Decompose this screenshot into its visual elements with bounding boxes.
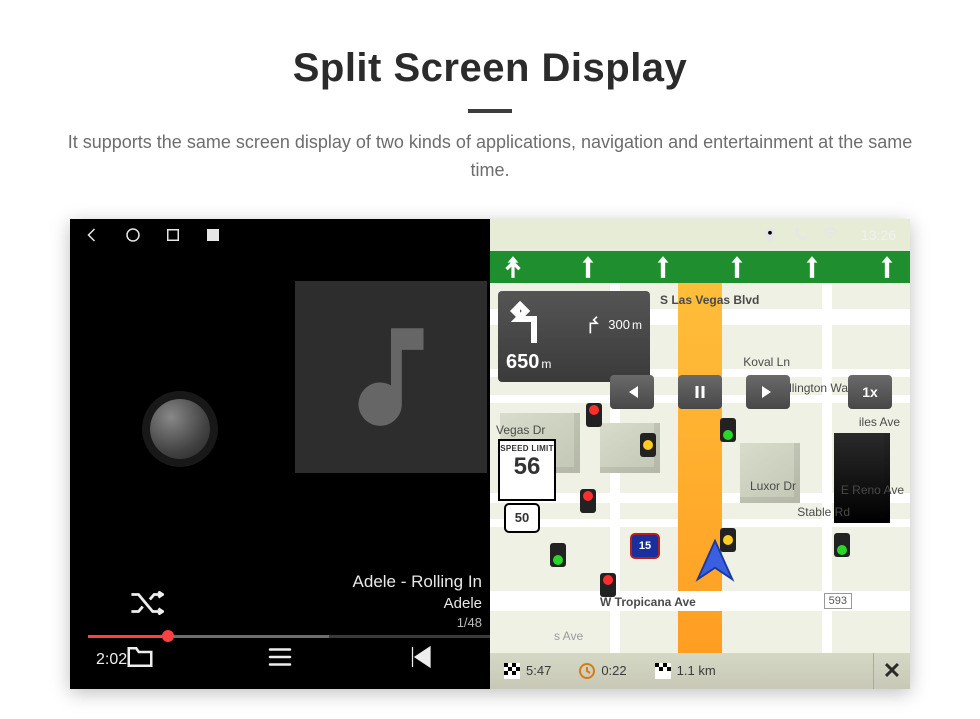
route-shield-icon: 15 (630, 533, 660, 559)
turn-left-icon (506, 299, 554, 347)
checkered-flag-icon (655, 663, 671, 679)
status-clock: 13:26 (861, 227, 896, 243)
checkered-flag-icon (504, 663, 520, 679)
joystick-control[interactable] (150, 399, 210, 459)
status-bar: 13:26 (70, 219, 910, 251)
sim-controls (610, 375, 790, 409)
turn-distance: 650 (506, 351, 539, 373)
road-label: Koval Ln (743, 355, 790, 369)
title-divider (468, 109, 512, 113)
turn-panel: 300m 650m (498, 291, 650, 382)
lane-arrow-icon (874, 254, 900, 280)
wifi-icon (821, 226, 839, 244)
navigation-app-pane: S Las Vegas Blvd Koval Ln Duke Ellington… (490, 219, 910, 689)
track-title: Adele - Rolling In (353, 571, 482, 594)
clock-icon (579, 663, 595, 679)
page-title: Split Screen Display (0, 46, 980, 91)
sim-speed-button[interactable]: 1x (848, 375, 892, 409)
recent-apps-icon[interactable] (164, 226, 182, 244)
shuffle-button[interactable] (130, 591, 164, 615)
lane-arrow-icon (500, 254, 526, 280)
lane-arrow-icon (724, 254, 750, 280)
nav-bottom-bar: 5:47 0:22 1.1 km ✕ (490, 653, 910, 689)
turn-right-icon (582, 315, 602, 335)
remaining-unit: km (698, 663, 715, 678)
sim-next-button[interactable] (746, 375, 790, 409)
road-label: iles Ave (859, 415, 900, 429)
road-label: s Ave (554, 629, 583, 643)
route-50-shield: 50 (504, 503, 540, 533)
duration-value: 0:22 (601, 663, 626, 678)
lane-guidance-bar (490, 251, 910, 283)
lane-arrow-icon (799, 254, 825, 280)
phone-icon (791, 226, 809, 244)
back-icon[interactable] (84, 226, 102, 244)
playlist-button[interactable] (257, 634, 303, 680)
sim-pause-button[interactable] (678, 375, 722, 409)
next-turn-distance: 300 (608, 317, 630, 332)
next-turn-unit: m (632, 318, 642, 332)
remaining-value: 1.1 (677, 663, 695, 678)
folder-button[interactable] (117, 634, 163, 680)
close-button[interactable]: ✕ (873, 653, 910, 689)
music-app-pane: Adele - Rolling In Adele 1/48 2:02 (70, 219, 490, 689)
home-icon[interactable] (124, 226, 142, 244)
lane-arrow-icon (650, 254, 676, 280)
page-subtitle: It supports the same screen display of t… (50, 129, 930, 185)
road-label: W Tropicana Ave (600, 595, 696, 609)
road-label: E Reno Ave (841, 483, 904, 497)
speed-limit-value: 56 (500, 455, 554, 479)
sim-prev-button[interactable] (610, 375, 654, 409)
road-label: Stable Rd (797, 505, 850, 519)
heading-arrow-icon (692, 537, 738, 583)
eta-value: 5:47 (526, 663, 551, 678)
track-info: Adele - Rolling In Adele 1/48 (353, 571, 482, 632)
road-label: Luxor Dr (750, 479, 796, 493)
lane-arrow-icon (575, 254, 601, 280)
remaining-segment: 1.1 km (641, 663, 730, 679)
duration-segment: 0:22 (565, 663, 640, 679)
road-label: S Las Vegas Blvd (660, 293, 759, 307)
album-art-placeholder (295, 281, 487, 473)
previous-track-button[interactable] (397, 634, 443, 680)
distance-badge: 593 (824, 593, 852, 609)
speed-limit-label: SPEED LIMIT (500, 444, 554, 453)
turn-unit: m (541, 357, 551, 371)
track-artist: Adele (353, 594, 482, 614)
screenshot-icon[interactable] (204, 226, 222, 244)
road-label: Vegas Dr (496, 423, 545, 437)
close-icon: ✕ (883, 658, 901, 684)
music-note-icon (326, 312, 456, 442)
music-bottom-bar (70, 625, 490, 689)
device-frame: 13:26 Adele - Rolling In Adele 1/48 (70, 219, 910, 689)
speed-limit-sign: SPEED LIMIT 56 (498, 439, 556, 501)
eta-segment: 5:47 (490, 663, 565, 679)
location-icon (761, 226, 779, 244)
